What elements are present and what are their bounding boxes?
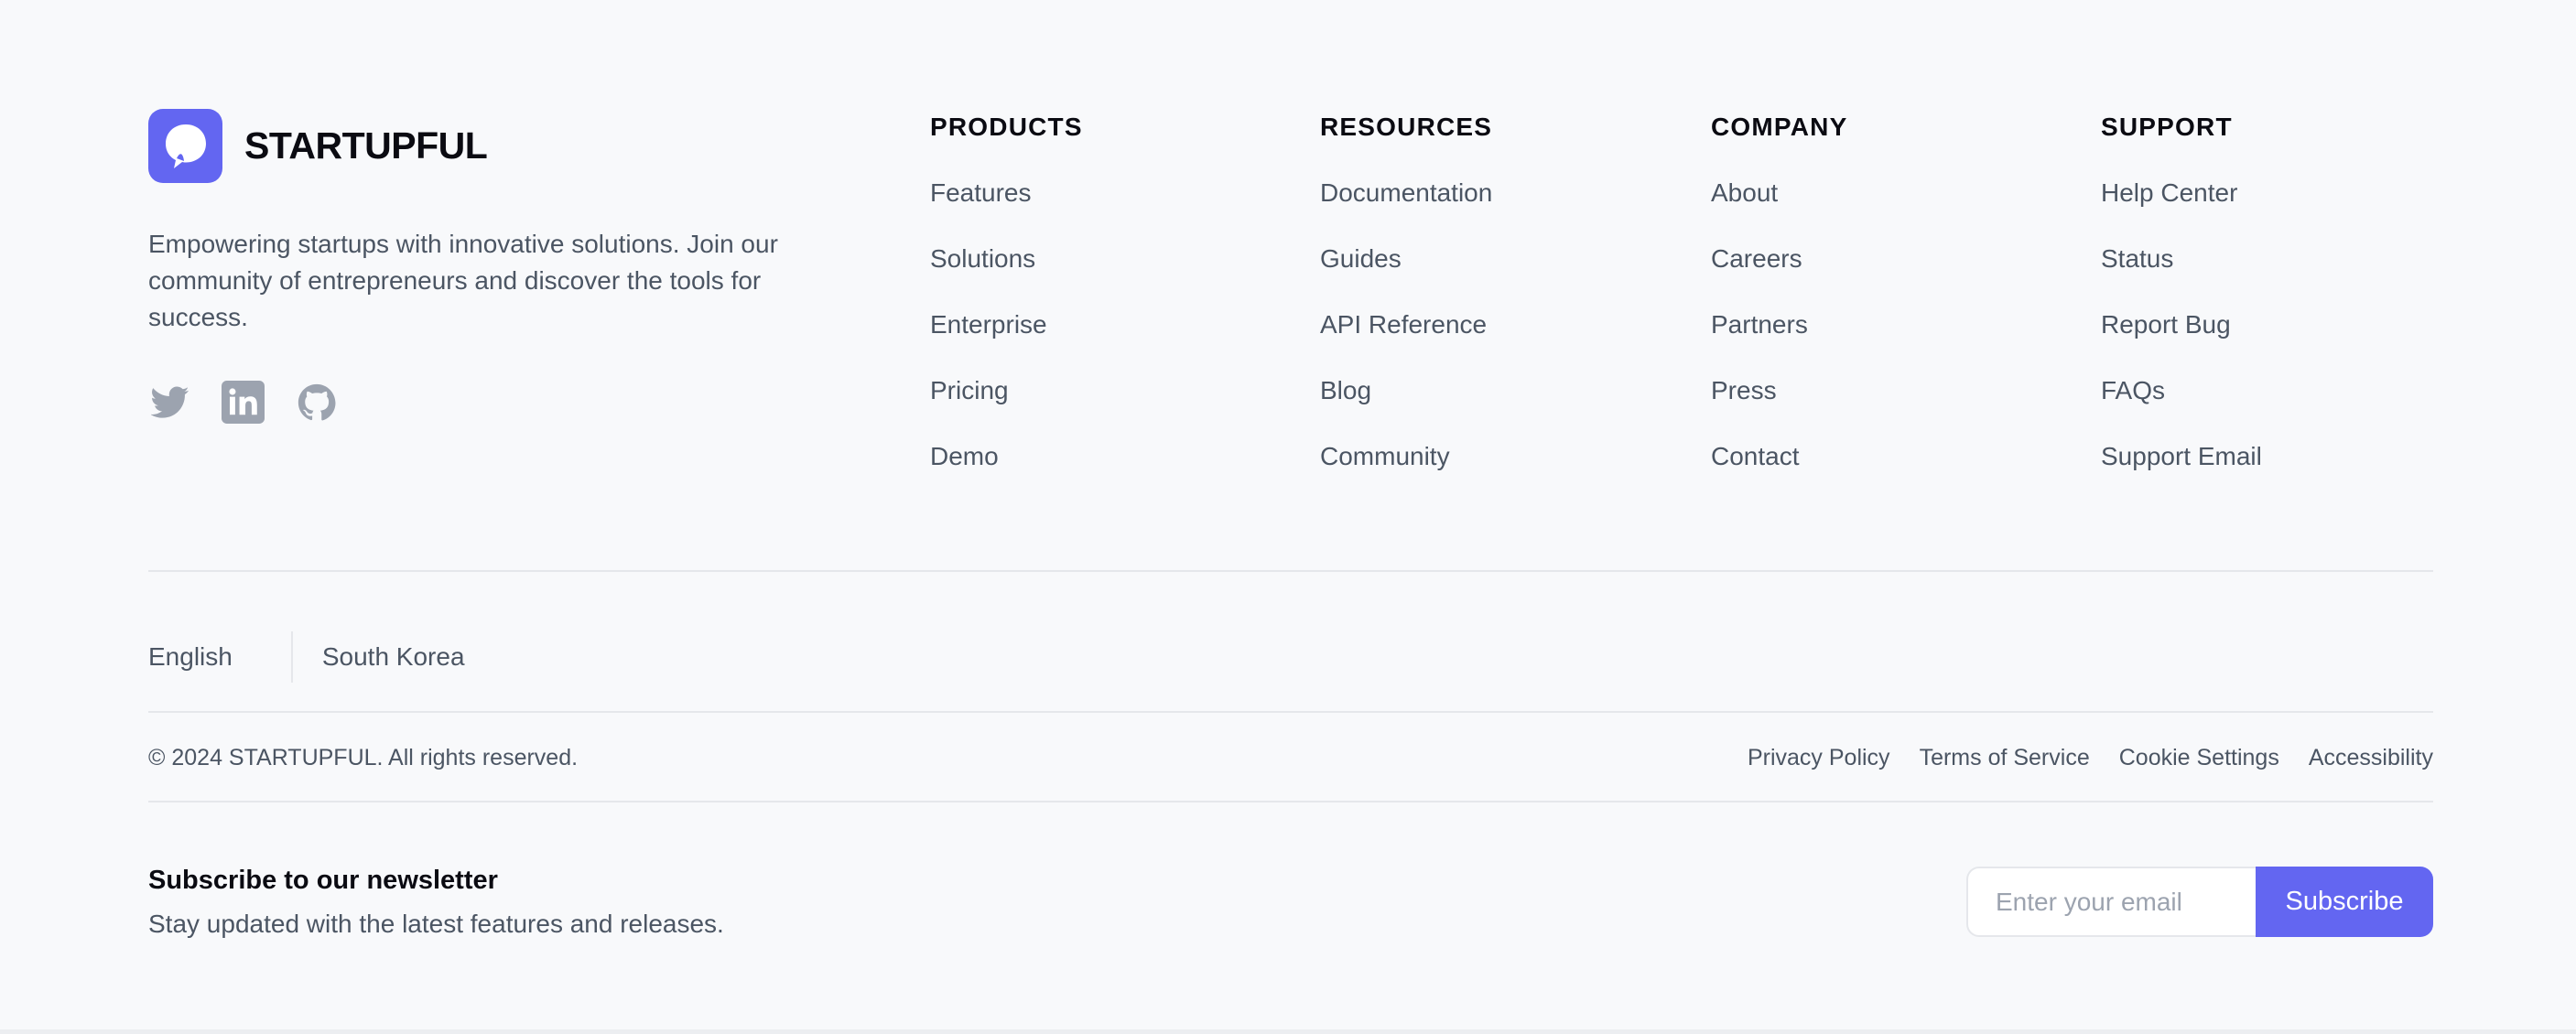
region-selector[interactable]: South Korea: [322, 642, 465, 672]
footer-link-guides[interactable]: Guides: [1320, 241, 1631, 277]
newsletter-form: Subscribe: [1966, 867, 2433, 937]
footer-link-help-center[interactable]: Help Center: [2101, 175, 2412, 211]
accessibility-link[interactable]: Accessibility: [2309, 741, 2433, 774]
email-input[interactable]: [1966, 867, 2256, 937]
footer-link-solutions[interactable]: Solutions: [930, 241, 1241, 277]
column-links: Documentation Guides API Reference Blog …: [1320, 175, 1631, 504]
column-links: Features Solutions Enterprise Pricing De…: [930, 175, 1241, 504]
column-title: SUPPORT: [2101, 113, 2233, 141]
legal-links: Privacy Policy Terms of Service Cookie S…: [1748, 741, 2433, 774]
footer-link-press[interactable]: Press: [1711, 372, 2022, 409]
footer-link-api-reference[interactable]: API Reference: [1320, 307, 1631, 343]
newsletter-title: Subscribe to our newsletter: [148, 866, 498, 895]
support-column: SUPPORT Help Center Status Report Bug FA…: [2101, 109, 2262, 470]
column-title: COMPANY: [1711, 113, 1848, 141]
footer-link-pricing[interactable]: Pricing: [930, 372, 1241, 409]
privacy-policy-link[interactable]: Privacy Policy: [1748, 741, 1890, 774]
site-footer: STARTUPFUL Empowering startups with inno…: [148, 0, 2433, 1030]
column-title: RESOURCES: [1320, 113, 1493, 141]
footer-link-status[interactable]: Status: [2101, 241, 2412, 277]
footer-divider: [148, 570, 2433, 572]
terms-of-service-link[interactable]: Terms of Service: [1920, 741, 2090, 774]
footer-link-blog[interactable]: Blog: [1320, 372, 1631, 409]
twitter-icon[interactable]: [148, 381, 191, 424]
footer-link-enterprise[interactable]: Enterprise: [930, 307, 1241, 343]
brand-section: STARTUPFUL Empowering startups with inno…: [148, 108, 844, 424]
speech-bubble-logo-icon[interactable]: [148, 108, 222, 183]
footer-link-report-bug[interactable]: Report Bug: [2101, 307, 2412, 343]
social-links: [148, 381, 368, 424]
language-selector[interactable]: English: [148, 642, 233, 672]
products-column: PRODUCTS Features Solutions Enterprise P…: [930, 109, 1083, 470]
footer-link-partners[interactable]: Partners: [1711, 307, 2022, 343]
page-bottom-edge: [0, 1029, 2576, 1034]
column-links: Help Center Status Report Bug FAQs Suppo…: [2101, 175, 2412, 504]
brand-description: Empowering startups with innovative solu…: [148, 230, 778, 331]
footer-link-faqs[interactable]: FAQs: [2101, 372, 2412, 409]
footer-link-features[interactable]: Features: [930, 175, 1241, 211]
footer-link-documentation[interactable]: Documentation: [1320, 175, 1631, 211]
footer-divider: [148, 801, 2433, 802]
locale-selector: English South Korea: [148, 631, 465, 683]
locale-divider: [290, 631, 293, 683]
company-column: COMPANY About Careers Partners Press Con…: [1711, 109, 1848, 470]
footer-link-contact[interactable]: Contact: [1711, 438, 2022, 475]
subscribe-button[interactable]: Subscribe: [2256, 867, 2433, 937]
footer-link-careers[interactable]: Careers: [1711, 241, 2022, 277]
footer-divider: [148, 711, 2433, 713]
column-links: About Careers Partners Press Contact: [1711, 175, 2022, 504]
brand-header: STARTUPFUL: [148, 108, 844, 183]
column-title: PRODUCTS: [930, 113, 1083, 141]
cookie-settings-link[interactable]: Cookie Settings: [2119, 741, 2279, 774]
footer-link-community[interactable]: Community: [1320, 438, 1631, 475]
footer-link-support-email[interactable]: Support Email: [2101, 438, 2412, 475]
linkedin-icon[interactable]: [222, 381, 265, 424]
newsletter-subtitle: Stay updated with the latest features an…: [148, 910, 724, 938]
resources-column: RESOURCES Documentation Guides API Refer…: [1320, 109, 1493, 470]
brand-name[interactable]: STARTUPFUL: [244, 124, 488, 167]
footer-link-about[interactable]: About: [1711, 175, 2022, 211]
copyright-text: © 2024 STARTUPFUL. All rights reserved.: [148, 745, 579, 770]
footer-link-demo[interactable]: Demo: [930, 438, 1241, 475]
github-icon[interactable]: [295, 381, 338, 424]
